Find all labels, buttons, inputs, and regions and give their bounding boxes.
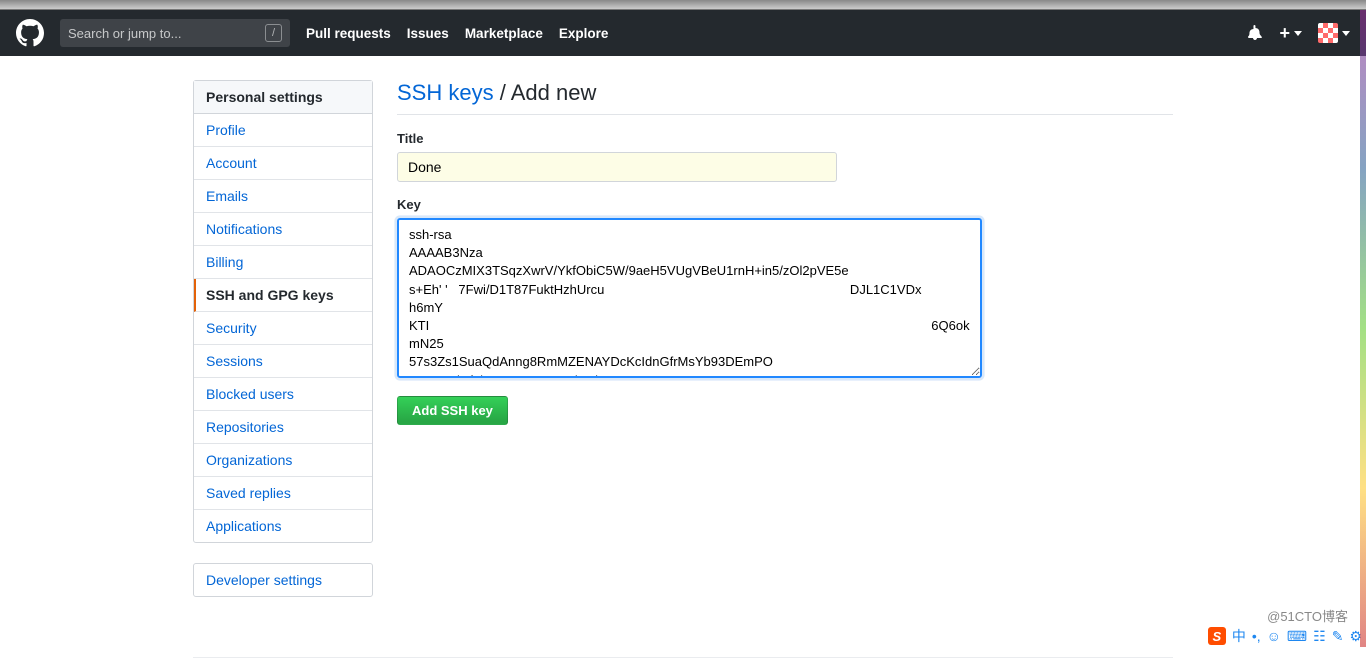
github-logo[interactable] [16,19,44,47]
personal-settings-menu: Personal settings Profile Account Emails… [193,80,373,543]
key-textarea[interactable] [397,218,982,378]
sidebar-item-organizations[interactable]: Organizations [194,444,372,477]
ime-punct-icon[interactable]: •, [1252,628,1261,644]
page-title: SSH keys / Add new [397,80,1173,106]
title-input[interactable] [397,152,837,182]
avatar [1318,23,1338,43]
key-label: Key [397,197,1173,212]
sidebar-item-profile[interactable]: Profile [194,114,372,147]
settings-sidebar: Personal settings Profile Account Emails… [193,80,373,617]
primary-nav: Pull requests Issues Marketplace Explore [306,26,608,41]
sogou-icon[interactable]: S [1208,627,1226,645]
create-new-dropdown[interactable]: + [1279,23,1302,44]
global-header: / Pull requests Issues Marketplace Explo… [0,10,1366,56]
sidebar-item-security[interactable]: Security [194,312,372,345]
ime-emoji-icon[interactable]: ☺ [1267,628,1281,644]
key-field-group: Key [397,197,1173,381]
sidebar-item-blocked-users[interactable]: Blocked users [194,378,372,411]
ime-toolbar: S 中 •, ☺ ⌨ ☷ ✎ ⚙ [1208,625,1362,647]
search-input[interactable] [68,26,265,41]
sidebar-item-notifications[interactable]: Notifications [194,213,372,246]
ime-voice-icon[interactable]: ⌨ [1287,628,1307,645]
developer-settings-menu: Developer settings [193,563,373,597]
browser-chrome [0,0,1366,10]
breadcrumb-current: Add new [511,80,597,105]
ime-skin-icon[interactable]: ☷ [1313,628,1326,645]
nav-issues[interactable]: Issues [407,26,449,41]
main-content: SSH keys / Add new Title Key Add SSH key [397,80,1173,617]
sidebar-item-repositories[interactable]: Repositories [194,411,372,444]
sidebar-heading: Personal settings [194,81,372,114]
nav-explore[interactable]: Explore [559,26,609,41]
search-wrap[interactable]: / [60,19,290,47]
sidebar-item-ssh-gpg-keys: SSH and GPG keys [194,279,372,312]
add-ssh-key-button[interactable]: Add SSH key [397,396,508,425]
breadcrumb-ssh-keys[interactable]: SSH keys [397,80,494,105]
user-menu[interactable] [1318,23,1350,43]
sidebar-item-sessions[interactable]: Sessions [194,345,372,378]
sidebar-item-developer-settings[interactable]: Developer settings [194,564,372,596]
ime-chinese-icon[interactable]: 中 [1232,626,1246,646]
notifications-icon[interactable] [1247,25,1263,41]
sidebar-item-applications[interactable]: Applications [194,510,372,542]
sidebar-item-saved-replies[interactable]: Saved replies [194,477,372,510]
right-color-bar [1360,10,1366,647]
nav-marketplace[interactable]: Marketplace [465,26,543,41]
breadcrumb-separator: / [494,80,511,105]
sidebar-item-emails[interactable]: Emails [194,180,372,213]
title-field-group: Title [397,131,1173,182]
page-subhead: SSH keys / Add new [397,80,1173,115]
ime-tool-icon[interactable]: ✎ [1332,628,1344,645]
sidebar-item-account[interactable]: Account [194,147,372,180]
title-label: Title [397,131,1173,146]
nav-pull-requests[interactable]: Pull requests [306,26,391,41]
sidebar-item-billing[interactable]: Billing [194,246,372,279]
main-container: Personal settings Profile Account Emails… [193,56,1173,617]
watermark: @51CTO博客 [1267,606,1348,625]
search-slash-hint: / [265,24,282,42]
